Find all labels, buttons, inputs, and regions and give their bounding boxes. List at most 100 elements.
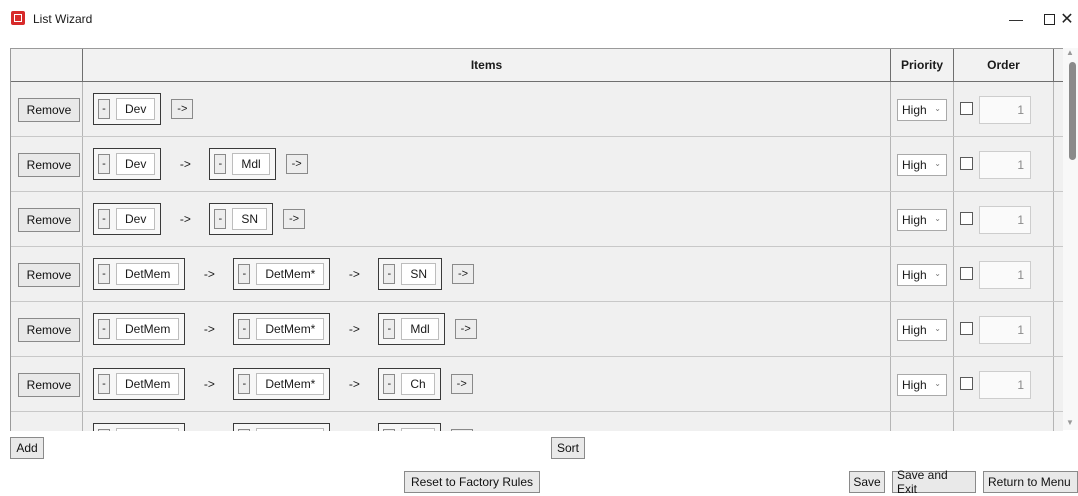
- add-next-item-button[interactable]: ->: [171, 99, 194, 119]
- item-token-field[interactable]: Ch: [401, 373, 435, 395]
- remove-button[interactable]: Remove: [18, 153, 80, 177]
- item-token-field[interactable]: DetMem: [116, 373, 180, 395]
- item-token-field[interactable]: DetMem*: [256, 318, 325, 340]
- items-cell: - Dev -> - SN ->: [83, 192, 891, 246]
- scroll-down-icon[interactable]: ▼: [1066, 418, 1074, 427]
- priority-cell: High ⌄: [891, 192, 954, 246]
- item-token-field[interactable]: Dev: [116, 208, 156, 230]
- remove-token-button[interactable]: -: [238, 319, 251, 339]
- item-token-field[interactable]: Mdl: [232, 153, 270, 175]
- remove-token-button[interactable]: -: [238, 374, 251, 394]
- priority-select[interactable]: High ⌄: [897, 319, 947, 341]
- remove-cell: Remove: [11, 137, 83, 191]
- save-and-exit-button[interactable]: Save and Exit: [892, 468, 976, 496]
- chevron-down-icon: ⌄: [934, 379, 941, 388]
- item-separator-arrow: ->: [203, 267, 215, 281]
- table-row: Remove - Dev -> - SN -> High ⌄ 1: [11, 192, 1063, 247]
- add-next-item-button[interactable]: ->: [450, 429, 473, 431]
- item-chain: - DetMem -> - DetMem* -> - SN ->: [93, 258, 475, 290]
- order-checkbox[interactable]: [960, 377, 973, 390]
- remove-button[interactable]: Remove: [18, 208, 80, 232]
- remove-token-button[interactable]: -: [98, 209, 110, 229]
- order-checkbox[interactable]: [960, 102, 973, 115]
- reset-factory-rules-button[interactable]: Reset to Factory Rules: [404, 471, 540, 493]
- save-button[interactable]: Save: [849, 471, 885, 493]
- order-cell: [954, 412, 1054, 431]
- item-token-field[interactable]: Mdl: [401, 318, 439, 340]
- remove-token-button[interactable]: -: [98, 99, 110, 119]
- scroll-up-icon[interactable]: ▲: [1066, 48, 1074, 57]
- item-token-field[interactable]: SN: [401, 263, 437, 285]
- remove-token-button[interactable]: -: [98, 264, 110, 284]
- remove-token-button[interactable]: -: [238, 429, 251, 431]
- remove-token-button[interactable]: -: [383, 264, 396, 284]
- item-token-field[interactable]: DetMem: [116, 318, 180, 340]
- order-cell: 1: [954, 357, 1054, 411]
- return-to-menu-button[interactable]: Return to Menu: [983, 471, 1078, 493]
- item-token-field[interactable]: Dev: [116, 98, 156, 120]
- order-checkbox[interactable]: [960, 212, 973, 225]
- order-checkbox[interactable]: [960, 322, 973, 335]
- add-next-item-button[interactable]: ->: [452, 264, 475, 284]
- chevron-down-icon: ⌄: [934, 104, 941, 113]
- title-bar: List Wizard — ✕: [0, 0, 1078, 38]
- item-token: - DetMem*: [233, 423, 331, 431]
- item-separator-arrow: ->: [203, 377, 215, 391]
- priority-cell: High ⌄: [891, 247, 954, 301]
- close-button[interactable]: ✕: [1052, 8, 1078, 30]
- item-token: -DetMem: [93, 258, 186, 290]
- add-next-item-button[interactable]: ->: [283, 209, 306, 229]
- add-next-item-button[interactable]: ->: [454, 319, 477, 339]
- remove-token-button[interactable]: -: [98, 374, 110, 394]
- add-button[interactable]: Add: [10, 437, 44, 459]
- priority-select[interactable]: High ⌄: [897, 374, 947, 396]
- item-token-field[interactable]: DetMem*: [256, 373, 325, 395]
- item-token-field[interactable]: DetMem: [116, 428, 180, 431]
- item-separator-arrow: ->: [348, 377, 360, 391]
- remove-button[interactable]: Remove: [18, 373, 80, 397]
- item-token-field[interactable]: SN: [232, 208, 268, 230]
- order-input[interactable]: 1: [979, 371, 1031, 399]
- order-cell: 1: [954, 247, 1054, 301]
- minimize-button[interactable]: —: [1001, 8, 1031, 30]
- item-token: - Mdl: [378, 313, 445, 345]
- remove-token-button[interactable]: -: [214, 154, 227, 174]
- sort-button[interactable]: Sort: [551, 437, 585, 459]
- order-checkbox[interactable]: [960, 157, 973, 170]
- priority-select[interactable]: High ⌄: [897, 209, 947, 231]
- remove-button[interactable]: Remove: [18, 263, 80, 287]
- priority-select[interactable]: High ⌄: [897, 154, 947, 176]
- order-input[interactable]: 1: [979, 96, 1031, 124]
- remove-button[interactable]: Remove: [18, 98, 80, 122]
- items-cell: - Dev -> - Mdl ->: [83, 137, 891, 191]
- order-input[interactable]: 1: [979, 151, 1031, 179]
- remove-token-button[interactable]: -: [383, 429, 396, 431]
- remove-token-button[interactable]: -: [98, 429, 110, 431]
- priority-cell: High ⌄: [891, 357, 954, 411]
- order-checkbox[interactable]: [960, 267, 973, 280]
- order-input[interactable]: 1: [979, 206, 1031, 234]
- remove-token-button[interactable]: -: [98, 319, 110, 339]
- item-token-field[interactable]: DetMem*: [256, 263, 325, 285]
- remove-token-button[interactable]: -: [238, 264, 251, 284]
- add-next-item-button[interactable]: ->: [285, 154, 308, 174]
- remove-button[interactable]: Remove: [18, 318, 80, 342]
- table-row: Remove - DetMem -> - DetMem* -> - Ch -> High ⌄ 1: [11, 357, 1063, 412]
- priority-select[interactable]: High ⌄: [897, 99, 947, 121]
- item-token-field[interactable]: DetMem: [116, 263, 180, 285]
- remove-token-button[interactable]: -: [383, 374, 396, 394]
- remove-token-button[interactable]: -: [383, 319, 396, 339]
- item-token-field[interactable]: Ch: [401, 428, 435, 431]
- item-token-field[interactable]: DetMem*: [256, 428, 325, 431]
- item-token: - SN: [378, 258, 443, 290]
- order-input[interactable]: 1: [979, 316, 1031, 344]
- order-input[interactable]: 1: [979, 261, 1031, 289]
- remove-token-button[interactable]: -: [98, 154, 110, 174]
- scroll-thumb[interactable]: [1069, 62, 1076, 160]
- item-token-field[interactable]: Dev: [116, 153, 156, 175]
- remove-token-button[interactable]: -: [214, 209, 227, 229]
- priority-select[interactable]: High ⌄: [897, 264, 947, 286]
- item-token: - Dev: [93, 148, 162, 180]
- add-next-item-button[interactable]: ->: [450, 374, 473, 394]
- chevron-down-icon: ⌄: [934, 324, 941, 333]
